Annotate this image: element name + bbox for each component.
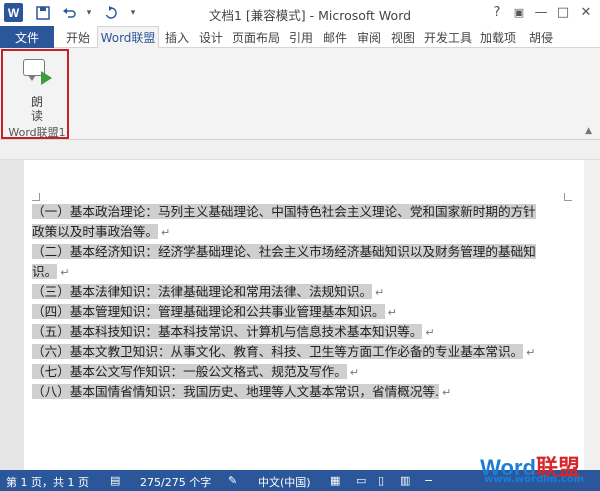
word-count[interactable]: 275/275 个字 <box>140 474 211 490</box>
tab-mailings[interactable]: 邮件 <box>319 26 351 48</box>
word-logo[interactable]: W <box>4 3 23 22</box>
text-line[interactable]: （七）基本公文写作知识：一般公文格式、规范及写作。 ↵ <box>32 362 584 382</box>
web-layout-icon[interactable]: ▥ <box>400 474 410 487</box>
tab-review[interactable]: 审阅 <box>353 26 385 48</box>
close-button[interactable]: ✕ <box>575 2 597 22</box>
text-line[interactable]: （二）基本经济知识：经济学基础理论、社会主义市场经济基础知识以及财务管理的基础知 <box>32 242 584 262</box>
undo-icon[interactable] <box>60 4 78 22</box>
read-mode-icon[interactable]: ▭ <box>356 474 366 487</box>
undo-dropdown-icon[interactable]: ▾ <box>80 4 98 22</box>
language[interactable]: 中文(中国) <box>258 474 311 490</box>
text-line[interactable]: 识。 ↵ <box>32 262 584 282</box>
text-line[interactable]: （六）基本文教卫知识：从事文化、教育、科技、卫生等方面工作必备的专业基本常识。 ↵ <box>32 342 584 362</box>
tab-page-layout[interactable]: 页面布局 <box>229 26 283 48</box>
tab-home[interactable]: 开始 <box>60 26 96 48</box>
save-icon[interactable] <box>34 4 52 22</box>
highlight-frame: 朗 读 Word联盟1 <box>1 49 69 139</box>
document-page[interactable]: （一）基本政治理论：马列主义基础理论、中国特色社会主义理论、党和国家新时期的方针… <box>24 160 584 470</box>
tab-file[interactable]: 文件 <box>0 26 54 48</box>
vertical-scrollbar[interactable] <box>584 160 600 470</box>
maximize-button[interactable]: □ <box>552 2 574 22</box>
ribbon-tab-bar: 文件 开始 Word联盟 插入 设计 页面布局 引用 邮件 审阅 视图 开发工具… <box>0 26 600 73</box>
tab-references[interactable]: 引用 <box>285 26 317 48</box>
page-count[interactable]: 第 1 页，共 1 页 <box>6 474 89 490</box>
word-count-icon[interactable]: ▤ <box>110 474 120 487</box>
document-text[interactable]: （一）基本政治理论：马列主义基础理论、中国特色社会主义理论、党和国家新时期的方针… <box>32 202 584 402</box>
ruler <box>0 140 600 160</box>
zoom-out-icon[interactable]: − <box>424 474 433 487</box>
play-icon <box>41 71 52 85</box>
redo-icon[interactable] <box>102 4 120 22</box>
tab-add-ins[interactable]: 加载项 <box>477 26 519 48</box>
print-layout-icon[interactable]: ▯ <box>378 474 384 487</box>
margin-corner-top-right <box>564 193 572 201</box>
customize-toolbar-icon[interactable]: ▾ <box>124 4 142 22</box>
macro-icon[interactable]: ▦ <box>330 474 340 487</box>
window-title: 文档1 [兼容模式] - Microsoft Word <box>208 8 412 23</box>
text-line[interactable]: （三）基本法律知识：法律基础理论和常用法律、法规知识。 ↵ <box>32 282 584 302</box>
ribbon-group-label: Word联盟1 <box>8 126 66 139</box>
tab-design[interactable]: 设计 <box>195 26 227 48</box>
read-aloud-button[interactable]: 朗 读 <box>17 55 57 123</box>
document-area: （一）基本政治理论：马列主义基础理论、中国特色社会主义理论、党和国家新时期的方针… <box>0 140 600 470</box>
tab-developer[interactable]: 开发工具 <box>421 26 475 48</box>
title-bar: W ▾ ▾ 文档1 [兼容模式] - Microsoft Word ? ▣ — … <box>0 0 600 26</box>
tab-insert[interactable]: 插入 <box>161 26 193 48</box>
margin-corner-top-left <box>32 193 40 201</box>
ribbon-display-options-button[interactable]: ▣ <box>508 2 530 22</box>
tab-word-lianmeng[interactable]: Word联盟 <box>97 26 159 49</box>
text-line[interactable]: （八）基本国情省情知识：我国历史、地理等人文基本常识，省情概况等. ↵ <box>32 382 584 402</box>
text-line[interactable]: （四）基本管理知识：管理基础理论和公共事业管理基本知识。 ↵ <box>32 302 584 322</box>
text-line[interactable]: （五）基本科技知识：基本科技常识、计算机与信息技术基本知识等。 ↵ <box>32 322 584 342</box>
text-line[interactable]: 政策以及时事政治等。 ↵ <box>32 222 584 242</box>
ribbon-panel: 朗 读 Word联盟1 ▲ <box>0 48 600 140</box>
minimize-button[interactable]: — <box>530 2 552 22</box>
read-aloud-label: 朗 读 <box>30 95 43 123</box>
tab-view[interactable]: 视图 <box>387 26 419 48</box>
watermark-url: www.wordlm.com <box>484 474 584 485</box>
proofing-icon[interactable]: ✎ <box>228 474 237 487</box>
user-name[interactable]: 胡侵 <box>521 26 561 48</box>
collapse-ribbon-icon[interactable]: ▲ <box>585 126 592 136</box>
help-button[interactable]: ? <box>486 2 508 22</box>
text-line[interactable]: （一）基本政治理论：马列主义基础理论、中国特色社会主义理论、党和国家新时期的方针 <box>32 202 584 222</box>
